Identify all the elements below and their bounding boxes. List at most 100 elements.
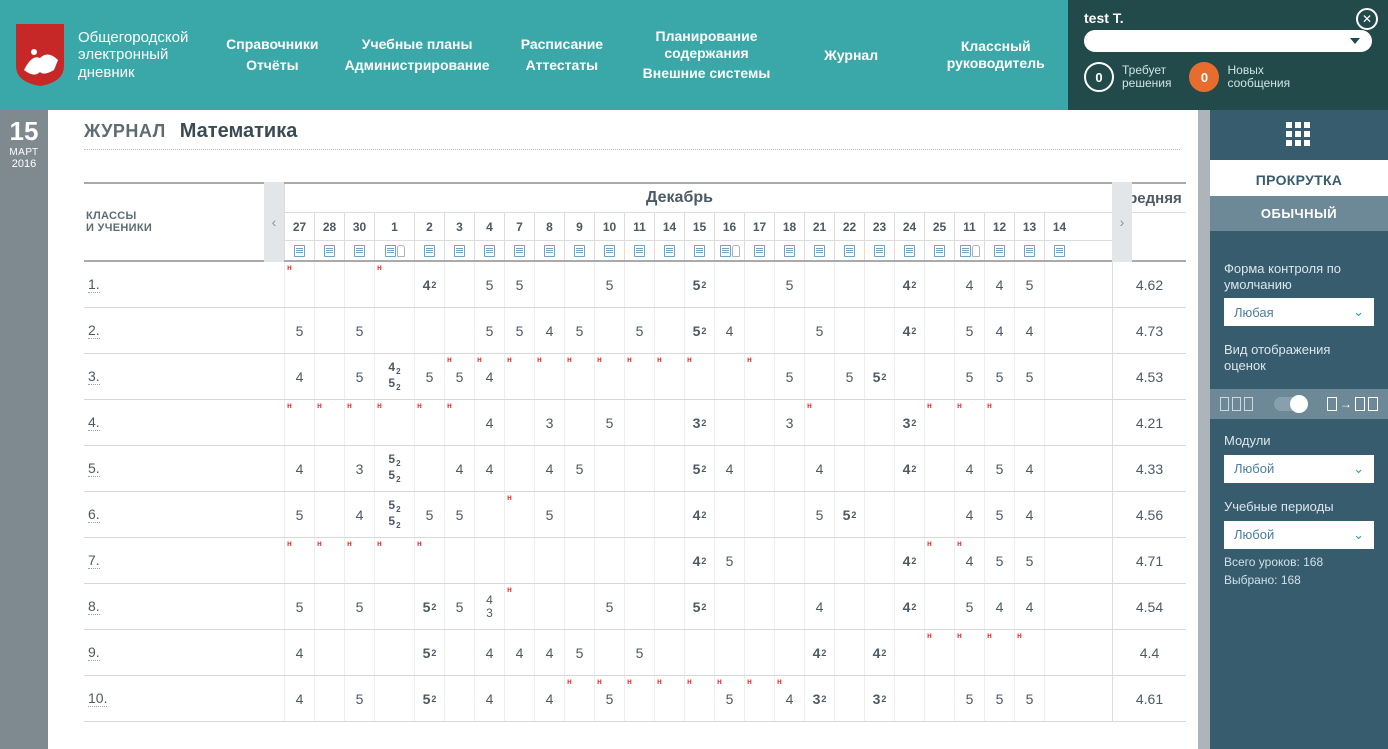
grade-cell[interactable] (924, 354, 954, 399)
day-header[interactable]: 28 (314, 213, 344, 240)
grade-cell[interactable]: 3 (344, 446, 374, 491)
grade-cell[interactable]: 5 (804, 492, 834, 537)
grade-cell[interactable] (684, 630, 714, 675)
grade-cell[interactable] (924, 584, 954, 629)
lesson-type-cell[interactable] (284, 241, 314, 260)
grade-cell[interactable]: 52 (414, 676, 444, 721)
grade-cell[interactable] (314, 492, 344, 537)
grade-cell[interactable] (374, 584, 414, 629)
grade-cell[interactable] (774, 538, 804, 583)
grade-cell[interactable] (564, 262, 594, 307)
grade-cell[interactable]: 4 (984, 584, 1014, 629)
grade-cell[interactable]: 4 (714, 446, 744, 491)
grade-cell[interactable] (894, 630, 924, 675)
grade-cell[interactable] (624, 446, 654, 491)
grade-cell[interactable]: н (564, 676, 594, 721)
lesson-type-cell[interactable] (504, 241, 534, 260)
grade-cell[interactable]: 3 (774, 400, 804, 445)
apps-icon[interactable] (1210, 110, 1388, 160)
grade-cell[interactable] (864, 584, 894, 629)
grade-cell[interactable]: 4 (444, 446, 474, 491)
grade-cell[interactable]: 42 (684, 492, 714, 537)
periods-select[interactable]: Любой⌄ (1224, 521, 1374, 549)
grade-cell[interactable] (1014, 400, 1044, 445)
grade-cell[interactable]: 5 (984, 676, 1014, 721)
grade-cell[interactable] (924, 262, 954, 307)
grade-cell[interactable] (624, 400, 654, 445)
grade-cell[interactable]: 5 (804, 308, 834, 353)
grade-cell[interactable]: 5 (954, 354, 984, 399)
lesson-type-cell[interactable] (374, 241, 414, 260)
grade-cell[interactable]: 5 (534, 492, 564, 537)
day-header[interactable]: 11 (624, 213, 654, 240)
nav-item[interactable]: Учебные планыАдминистрирование (345, 0, 490, 110)
grade-cell[interactable] (374, 676, 414, 721)
day-header[interactable]: 4 (474, 213, 504, 240)
lesson-type-cell[interactable] (474, 241, 504, 260)
grade-cell[interactable] (594, 308, 624, 353)
grade-cell[interactable] (1044, 584, 1074, 629)
grade-cell[interactable]: 5 (624, 630, 654, 675)
grade-cell[interactable]: 5 (414, 354, 444, 399)
grade-cell[interactable] (564, 400, 594, 445)
day-header[interactable]: 12 (984, 213, 1014, 240)
student-row[interactable]: 10. (84, 676, 284, 722)
modules-select[interactable]: Любой⌄ (1224, 455, 1374, 483)
grade-cell[interactable] (744, 446, 774, 491)
grade-cell[interactable]: 5 (594, 400, 624, 445)
grade-cell[interactable]: 4 (474, 630, 504, 675)
grade-cell[interactable] (924, 676, 954, 721)
lesson-type-cell[interactable] (924, 241, 954, 260)
grade-cell[interactable] (894, 676, 924, 721)
grade-cell[interactable]: 42 (894, 584, 924, 629)
day-header[interactable]: 14 (1044, 213, 1074, 240)
lesson-type-cell[interactable] (414, 241, 444, 260)
grade-cell[interactable]: 5 (344, 354, 374, 399)
grade-cell[interactable]: 5252 (374, 492, 414, 537)
day-header[interactable]: 10 (594, 213, 624, 240)
grade-cell[interactable]: 4 (534, 676, 564, 721)
grade-cell[interactable] (864, 492, 894, 537)
grade-cell[interactable] (864, 538, 894, 583)
grade-cell[interactable]: н (564, 354, 594, 399)
day-header[interactable]: 16 (714, 213, 744, 240)
grade-cell[interactable]: 32 (894, 400, 924, 445)
grade-cell[interactable]: 4 (534, 446, 564, 491)
lesson-type-cell[interactable] (894, 241, 924, 260)
day-header[interactable]: 14 (654, 213, 684, 240)
grade-cell[interactable] (1044, 400, 1074, 445)
grade-cell[interactable] (1044, 492, 1074, 537)
grade-cell[interactable]: н (744, 676, 774, 721)
grade-cell[interactable]: 5 (564, 446, 594, 491)
grade-cell[interactable]: н5 (444, 354, 474, 399)
grade-cell[interactable]: 5 (774, 354, 804, 399)
grade-cell[interactable]: 5 (774, 262, 804, 307)
grade-cell[interactable]: 5 (1014, 354, 1044, 399)
grade-cell[interactable]: н (684, 354, 714, 399)
grade-cell[interactable] (654, 308, 684, 353)
grade-cell[interactable] (624, 262, 654, 307)
lesson-type-cell[interactable] (774, 241, 804, 260)
student-row[interactable]: 3. (84, 354, 284, 400)
day-header[interactable]: 3 (444, 213, 474, 240)
nav-item[interactable]: Классный руководитель (923, 0, 1068, 110)
grade-cell[interactable]: н (314, 400, 344, 445)
grade-cell[interactable]: 5 (504, 262, 534, 307)
student-row[interactable]: 1. (84, 262, 284, 308)
grade-cell[interactable] (834, 584, 864, 629)
grade-cell[interactable]: 4 (804, 584, 834, 629)
grade-cell[interactable]: 42 (894, 446, 924, 491)
grade-cell[interactable]: 52 (684, 262, 714, 307)
grade-cell[interactable]: 5 (564, 630, 594, 675)
grade-cell[interactable]: н (504, 584, 534, 629)
grade-cell[interactable] (624, 584, 654, 629)
grade-cell[interactable] (834, 308, 864, 353)
grade-cell[interactable] (864, 400, 894, 445)
grade-cell[interactable]: н (804, 400, 834, 445)
day-header[interactable]: 27 (284, 213, 314, 240)
grade-cell[interactable]: 4 (714, 308, 744, 353)
grade-cell[interactable] (624, 538, 654, 583)
grade-cell[interactable]: 5 (344, 308, 374, 353)
grade-cell[interactable] (444, 262, 474, 307)
grade-cell[interactable]: 4 (534, 630, 564, 675)
